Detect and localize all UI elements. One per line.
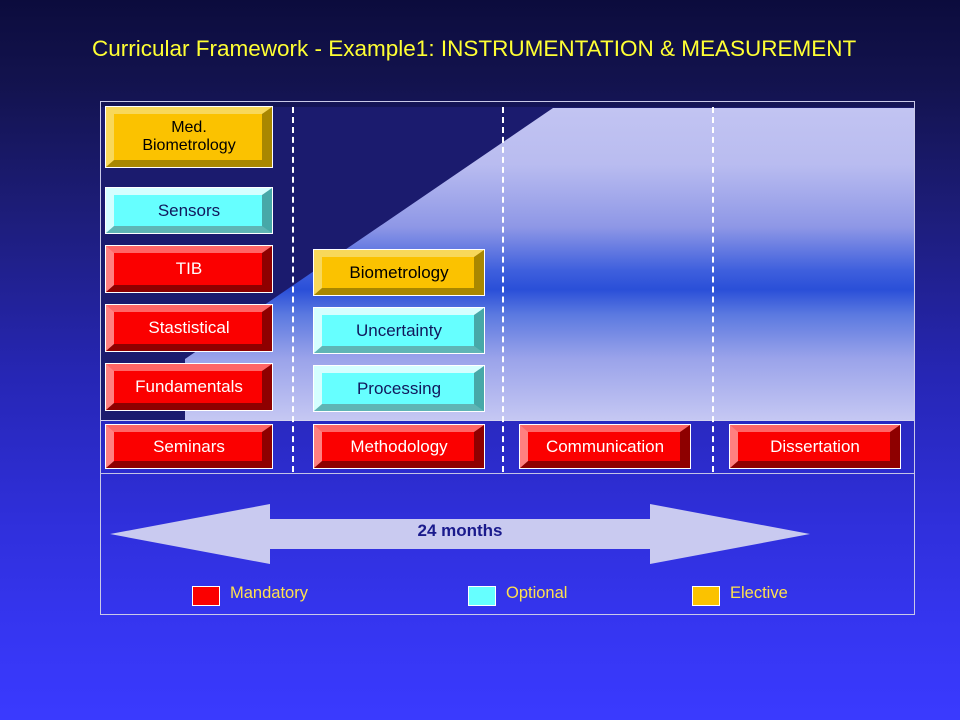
phase-divider-3: [712, 107, 714, 472]
slide-canvas: Curricular Framework - Example1: INSTRUM…: [0, 0, 960, 720]
course-box-methodology[interactable]: Methodology: [313, 424, 485, 469]
course-box-med-biometrology[interactable]: Med. Biometrology: [105, 106, 273, 168]
page-title: Curricular Framework - Example1: INSTRUM…: [92, 36, 857, 61]
phase-divider-2: [502, 107, 504, 472]
course-box-seminars[interactable]: Seminars: [105, 424, 273, 469]
course-box-communication[interactable]: Communication: [519, 424, 691, 469]
legend-label-mandatory: Mandatory: [230, 584, 308, 602]
course-box-label: Uncertainty: [356, 320, 442, 340]
course-box-processing[interactable]: Processing: [313, 365, 485, 412]
course-box-biometrology[interactable]: Biometrology: [313, 249, 485, 296]
lower-row-separator: [101, 473, 914, 474]
course-box-label: Fundamentals: [135, 377, 243, 397]
timeline-label: 24 months: [417, 521, 503, 540]
legend-swatch-mandatory: [192, 586, 220, 606]
course-box-label: Sensors: [157, 200, 221, 220]
course-box-label: TIB: [175, 259, 203, 279]
course-box-label: Methodology: [350, 436, 448, 456]
course-box-tib[interactable]: TIB: [105, 245, 273, 293]
legend-label-optional: Optional: [506, 584, 568, 602]
legend-label-elective: Elective: [730, 584, 788, 602]
legend-swatch-elective: [692, 586, 720, 606]
course-box-label: Communication: [545, 436, 665, 456]
course-box-label: Biometrology: [349, 262, 449, 282]
course-box-uncertainty[interactable]: Uncertainty: [313, 307, 485, 354]
phase-divider-1: [292, 107, 294, 472]
course-box-dissertation[interactable]: Dissertation: [729, 424, 901, 469]
course-box-label: Stastistical: [148, 318, 230, 338]
legend-swatch-optional: [468, 586, 496, 606]
course-box-label: Processing: [356, 378, 442, 398]
course-box-label: Seminars: [153, 436, 225, 456]
course-box-label: Dissertation: [770, 436, 860, 456]
course-box-fundamentals[interactable]: Fundamentals: [105, 363, 273, 411]
course-box-sensors[interactable]: Sensors: [105, 187, 273, 234]
course-box-stastistical[interactable]: Stastistical: [105, 304, 273, 352]
upper-row-separator: [101, 420, 914, 421]
course-box-label: Med. Biometrology: [142, 119, 236, 154]
